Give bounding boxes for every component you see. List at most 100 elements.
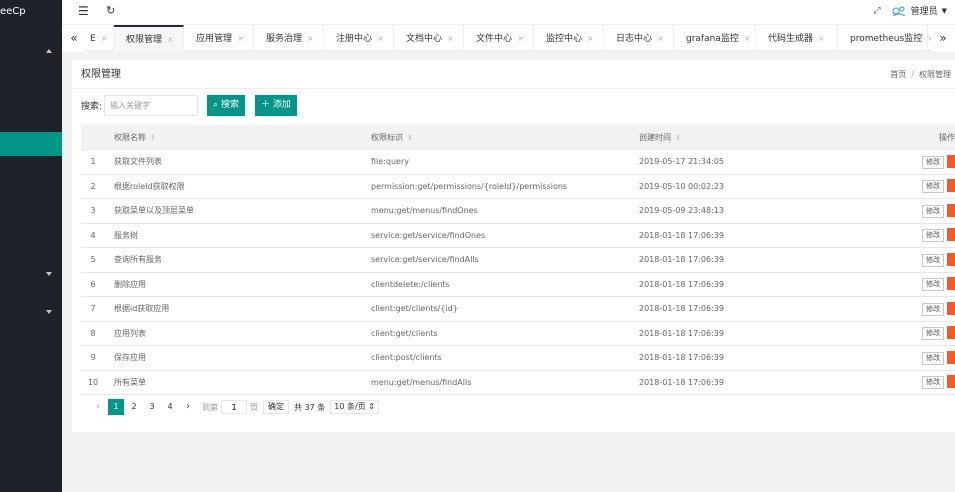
row-permission: menu:get/menus/findAlls — [371, 370, 639, 395]
delete-button[interactable] — [947, 154, 955, 168]
add-button-label: 添加 — [272, 99, 291, 110]
row-actions: 修改 — [910, 296, 955, 322]
tab-item[interactable]: 日志中心 × — [604, 25, 674, 52]
delete-button[interactable] — [947, 228, 955, 242]
refresh-icon[interactable]: ↻ — [106, 4, 115, 17]
tab-item[interactable]: grafana监控 × — [674, 25, 756, 52]
close-icon[interactable]: × — [237, 34, 244, 43]
sidebar-item[interactable]: 理 — [0, 83, 62, 108]
tab-item[interactable]: 监控中心 × — [534, 25, 604, 52]
row-created: 2018-01-18 17:06:39 — [639, 370, 910, 395]
sidebar-item[interactable]: 理 — [0, 131, 62, 156]
avatar-icon — [892, 6, 905, 16]
search-button[interactable]: ⌕ 搜索 — [207, 94, 245, 116]
close-icon[interactable]: × — [167, 35, 174, 44]
close-icon[interactable]: × — [307, 34, 314, 43]
delete-button[interactable] — [947, 277, 955, 291]
edit-button[interactable]: 修改 — [922, 351, 944, 365]
delete-button[interactable] — [947, 326, 955, 340]
sidebar-group-collapsed-1[interactable] — [0, 263, 62, 283]
edit-button[interactable]: 修改 — [922, 327, 944, 341]
table-row: 7 根据id获取应用 client:get/clients/{id} 2018-01-… — [81, 296, 955, 322]
row-name: 根据id获取应用 — [105, 296, 371, 322]
page-number-button[interactable]: 2 — [126, 399, 142, 415]
sidebar-item[interactable]: 理 — [0, 205, 62, 230]
page-number-button[interactable]: 1 — [108, 399, 124, 415]
edit-button[interactable]: 修改 — [922, 302, 944, 316]
tab-item[interactable]: 应用管理 × — [184, 25, 254, 52]
page-size-select[interactable]: 10 条/页 ⇕ — [330, 400, 379, 414]
tab-label: 服务治理 — [266, 34, 303, 44]
delete-button[interactable] — [947, 203, 955, 217]
tab-item[interactable]: 文档中心 × — [394, 25, 464, 52]
edit-button[interactable]: 修改 — [922, 253, 944, 267]
fullscreen-icon[interactable]: ⤢ — [873, 6, 880, 16]
tab-partial[interactable]: E × — [86, 25, 114, 52]
search-bar: 搜索: ⌕ 搜索 ＋ 添加 — [81, 94, 297, 116]
tab-item[interactable]: 权限管理 × — [114, 25, 184, 52]
close-icon[interactable]: × — [744, 34, 751, 43]
tab-item[interactable]: 注册中心 × — [324, 25, 394, 52]
close-icon[interactable]: × — [587, 34, 594, 43]
sidebar-group-collapsed-2[interactable] — [0, 300, 62, 320]
goto-label: 到第 — [202, 402, 218, 412]
delete-button[interactable] — [947, 375, 955, 389]
delete-button[interactable] — [947, 252, 955, 266]
prev-page-button[interactable]: ‹ — [90, 399, 106, 415]
column-header-name[interactable]: 权限名称 ⇕ — [105, 125, 371, 150]
top-header: ☰ ↻ ⤢ 管理员 ▼ — [62, 0, 955, 24]
delete-button[interactable] — [947, 350, 955, 364]
close-icon[interactable]: × — [818, 34, 825, 43]
menu-toggle-icon[interactable]: ☰ — [78, 4, 89, 18]
search-input[interactable] — [104, 94, 199, 116]
pagination: ‹ 1234 › 到第 页 确定 共 37 条 10 条/页 ⇕ — [90, 399, 379, 415]
row-actions: 修改 — [910, 345, 955, 371]
column-header-permission[interactable]: 权限标识 ⇕ — [371, 125, 639, 150]
breadcrumb: 首页 / 权限管理 — [890, 70, 951, 79]
tab-label: grafana监控 — [686, 34, 739, 44]
edit-button[interactable]: 修改 — [922, 204, 944, 218]
tab-item[interactable]: prometheus监控× — [838, 25, 934, 52]
next-page-button[interactable]: › — [180, 399, 196, 415]
column-header-name-label: 权限名称 — [114, 132, 146, 142]
row-created: 2018-01-18 17:06:39 — [639, 223, 910, 248]
goto-confirm-button[interactable]: 确定 — [263, 400, 289, 414]
column-header-created[interactable]: 创建时间 ⇕ — [639, 125, 910, 150]
sidebar-item[interactable]: 理 — [0, 107, 62, 132]
close-icon[interactable]: × — [377, 34, 384, 43]
tab-scroll-right-button[interactable]: » — [931, 25, 955, 52]
close-icon[interactable]: × — [657, 34, 664, 43]
close-icon[interactable]: × — [447, 34, 454, 43]
sidebar-item[interactable]: 理 — [0, 58, 62, 83]
table-header-row: 权限名称 ⇕ 权限标识 ⇕ 创建时间 ⇕ 操作 — [81, 125, 955, 150]
edit-button[interactable]: 修改 — [922, 229, 944, 243]
sort-icon[interactable]: ⇕ — [150, 134, 156, 142]
delete-button[interactable] — [947, 179, 955, 193]
tab-label: 文档中心 — [406, 34, 443, 44]
sidebar-item[interactable]: 理 — [0, 156, 62, 181]
tab-scroll-left-button[interactable]: « — [62, 25, 86, 52]
edit-button[interactable]: 修改 — [922, 376, 944, 390]
sort-icon[interactable]: ⇕ — [675, 134, 681, 142]
breadcrumb-home[interactable]: 首页 — [890, 70, 906, 79]
sidebar-item[interactable]: 理 — [0, 181, 62, 206]
page-number-button[interactable]: 3 — [144, 399, 160, 415]
close-icon[interactable]: × — [517, 34, 524, 43]
tab-item[interactable]: 服务治理 × — [254, 25, 324, 52]
tab-item[interactable]: 文件中心 × — [464, 25, 534, 52]
sidebar-group-toggle[interactable] — [0, 24, 62, 58]
delete-button[interactable] — [947, 301, 955, 315]
row-created: 2018-01-18 17:06:39 — [639, 345, 910, 371]
edit-button[interactable]: 修改 — [922, 180, 944, 194]
add-button[interactable]: ＋ 添加 — [254, 94, 297, 116]
admin-menu[interactable]: 管理员 ▼ — [891, 4, 947, 17]
sort-icon[interactable]: ⇕ — [407, 134, 413, 142]
close-icon[interactable]: × — [101, 34, 108, 43]
tab-item[interactable]: 代码生成器 × — [756, 25, 838, 52]
edit-button[interactable]: 修改 — [922, 155, 944, 169]
edit-button[interactable]: 修改 — [922, 278, 944, 292]
page-number-button[interactable]: 4 — [162, 399, 178, 415]
column-header-actions: 操作 — [910, 125, 955, 150]
goto-page-input[interactable] — [221, 400, 247, 414]
row-created: 2018-01-18 17:06:39 — [639, 296, 910, 322]
